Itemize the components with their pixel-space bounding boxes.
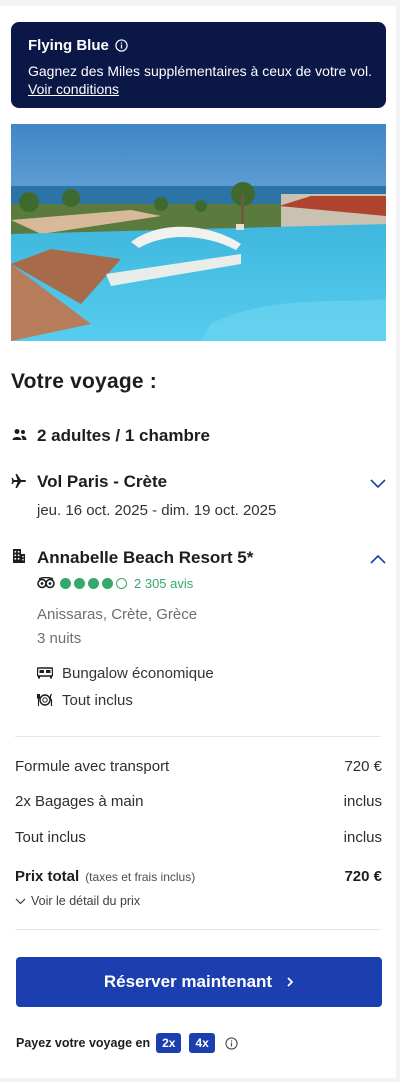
- price-detail-link: Voir le détail du prix: [31, 894, 141, 908]
- banner-title-row: Flying Blue: [28, 36, 370, 54]
- dining-icon: [37, 693, 53, 706]
- flight-title: Vol Paris - Crète: [37, 472, 168, 491]
- review-count: 2 305 avis: [134, 575, 194, 591]
- hotel-location: Anissaras, Crète, Grèce: [37, 606, 198, 623]
- hotel-title: Annabelle Beach Resort 5*: [37, 548, 254, 567]
- board-type: Tout inclus: [62, 692, 133, 709]
- chevron-down-icon: [15, 898, 26, 904]
- plane-icon: [11, 474, 26, 488]
- payment-options: Payez votre voyage en 2x 4x: [16, 1033, 238, 1053]
- stay-nights: 3 nuits: [37, 630, 82, 647]
- price-detail-toggle[interactable]: Voir le détail du prix: [15, 894, 140, 908]
- rating-dot-empty: [116, 577, 127, 589]
- info-icon[interactable]: [225, 1036, 238, 1050]
- divider: [15, 929, 381, 930]
- payment-text: Payez votre voyage en: [16, 1036, 151, 1050]
- price-row-label: Tout inclus: [15, 829, 86, 846]
- rating-dot-filled: [74, 577, 85, 589]
- bed-icon: [37, 667, 53, 679]
- price-row-label: Formule avec transport: [15, 758, 170, 775]
- voir-conditions-link[interactable]: Voir conditions: [28, 80, 119, 98]
- book-now-button[interactable]: Réserver maintenant: [16, 957, 382, 1007]
- price-row: Tout inclus inclus: [15, 829, 382, 846]
- hotel-building-icon: [13, 549, 25, 563]
- chevron-up-icon[interactable]: [369, 553, 387, 565]
- payment-option-2x[interactable]: 2x: [156, 1033, 182, 1053]
- total-price-row: Prix total (taxes et frais inclus) 720 €: [15, 868, 382, 886]
- rating-dot-filled: [88, 577, 99, 589]
- room-type: Bungalow économique: [62, 665, 214, 682]
- chevron-right-icon: [287, 977, 294, 987]
- price-row-value: inclus: [343, 793, 382, 810]
- info-icon[interactable]: [115, 38, 128, 52]
- travellers-summary: 2 adultes / 1 chambre: [37, 426, 210, 445]
- price-row: 2x Bagages à main inclus: [15, 793, 382, 810]
- payment-option-4x[interactable]: 4x: [189, 1033, 215, 1053]
- total-label: Prix total: [15, 868, 80, 885]
- divider: [15, 736, 381, 737]
- people-icon: [12, 429, 27, 440]
- chevron-down-icon[interactable]: [369, 478, 387, 490]
- book-now-label: Réserver maintenant: [103, 972, 273, 991]
- price-row-value: 720 €: [344, 758, 382, 775]
- price-row-value: inclus: [343, 829, 382, 846]
- hotel-photo: [11, 124, 386, 341]
- flying-blue-banner: Flying Blue Gagnez des Miles supplémenta…: [11, 22, 386, 108]
- tripadvisor-owl-icon: [37, 577, 55, 589]
- trip-heading: Votre voyage :: [11, 370, 157, 393]
- rating-dot-filled: [60, 577, 71, 589]
- total-note: (taxes et frais inclus): [85, 870, 196, 884]
- tripadvisor-rating[interactable]: 2 305 avis: [37, 575, 193, 591]
- rating-dot-filled: [102, 577, 113, 589]
- price-row-label: 2x Bagages à main: [15, 793, 144, 810]
- price-row: Formule avec transport 720 €: [15, 758, 382, 775]
- total-value: 720 €: [344, 868, 382, 885]
- banner-title: Flying Blue: [28, 36, 109, 54]
- banner-text: Gagnez des Miles supplémentaires à ceux …: [28, 63, 372, 79]
- flight-dates: jeu. 16 oct. 2025 - dim. 19 oct. 2025: [37, 502, 277, 519]
